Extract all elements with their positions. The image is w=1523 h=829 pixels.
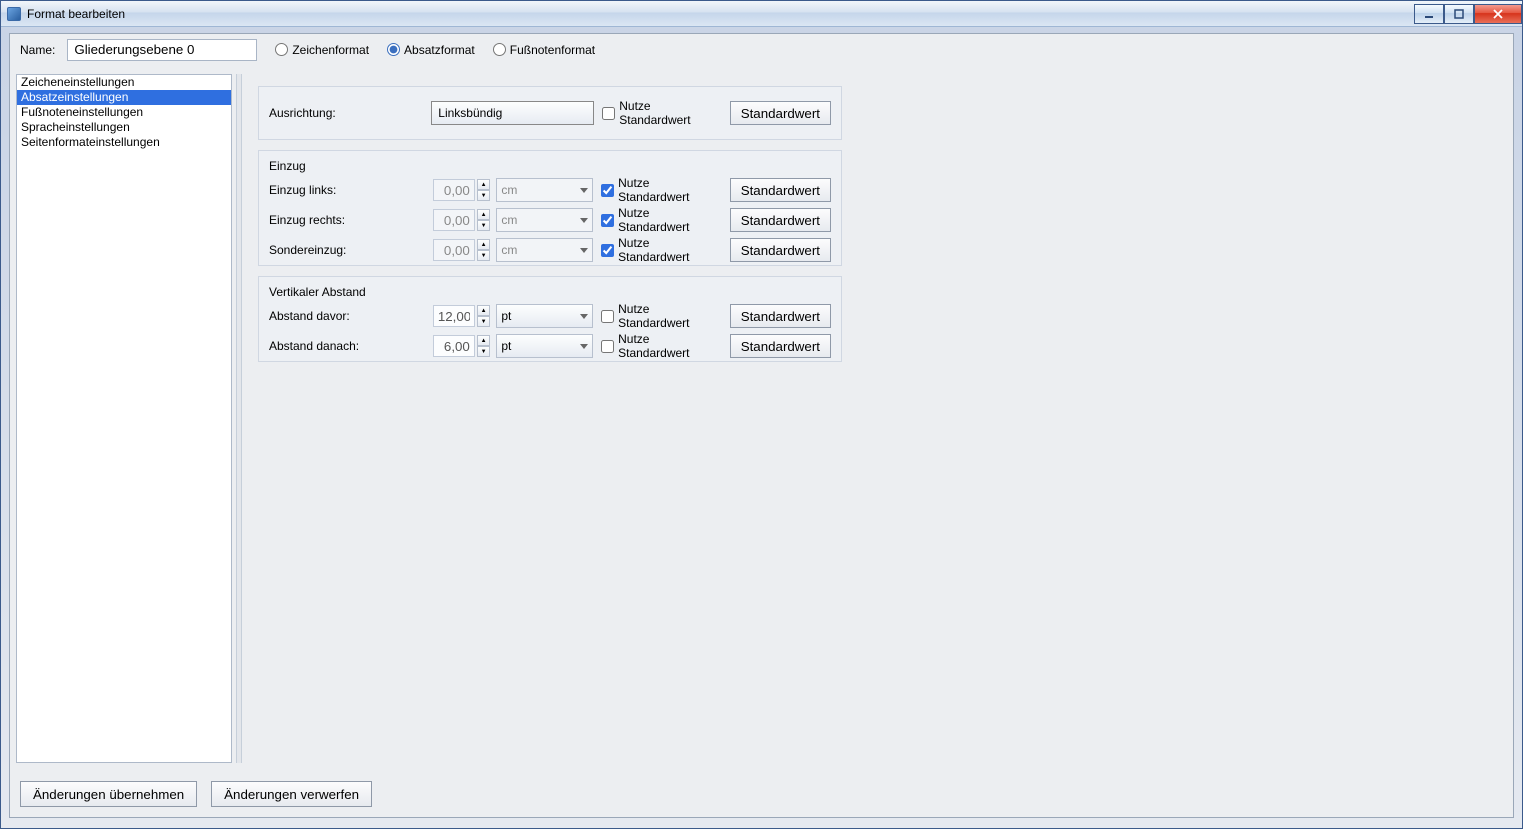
window: Format bearbeiten Name: Zeichenformat Ab… xyxy=(0,0,1523,829)
middle-area: ZeicheneinstellungenAbsatzeinstellungenF… xyxy=(10,70,1513,767)
apply-button[interactable]: Änderungen übernehmen xyxy=(20,781,197,807)
setting-label: Abstand davor: xyxy=(269,309,433,323)
use-std-checkbox[interactable]: Nutze Standardwert xyxy=(601,206,720,234)
use-std-checkbox[interactable]: Nutze Standardwert xyxy=(601,236,720,264)
maximize-button[interactable] xyxy=(1444,4,1474,24)
setting-row: Sondereinzug: ▲▼ cm Nutze Standardwert Stan… xyxy=(259,235,841,265)
step-down-icon[interactable]: ▼ xyxy=(477,346,491,357)
use-std-label: Nutze Standardwert xyxy=(618,332,720,360)
alignment-select[interactable]: Linksbündig xyxy=(431,101,594,125)
unit-select[interactable]: pt xyxy=(496,304,593,328)
window-title: Format bearbeiten xyxy=(27,7,125,21)
unit-value: pt xyxy=(501,339,511,353)
radio-fussnotenformat[interactable]: Fußnotenformat xyxy=(493,43,595,57)
stepper[interactable]: ▲▼ xyxy=(477,305,491,327)
stepper: ▲▼ xyxy=(477,179,491,201)
unit-select: cm xyxy=(496,178,593,202)
chevron-down-icon xyxy=(580,218,588,223)
value-input xyxy=(433,239,475,261)
unit-select: cm xyxy=(496,208,593,232)
setting-row: Einzug rechts: ▲▼ cm Nutze Standardwert Sta… xyxy=(259,205,841,235)
step-up-icon: ▲ xyxy=(477,179,491,190)
setting-row: Einzug links: ▲▼ cm Nutze Standardwert Stan… xyxy=(259,175,841,205)
alignment-value: Linksbündig xyxy=(438,106,502,120)
std-button[interactable]: Standardwert xyxy=(730,304,831,328)
std-button[interactable]: Standardwert xyxy=(730,238,831,262)
setting-row: Abstand davor: ▲▼ pt Nutze Standardwert Sta… xyxy=(259,301,841,331)
alignment-use-std-label: Nutze Standardwert xyxy=(619,99,719,127)
alignment-label: Ausrichtung: xyxy=(269,106,431,120)
discard-button[interactable]: Änderungen verwerfen xyxy=(211,781,372,807)
unit-select: cm xyxy=(496,238,593,262)
step-down-icon: ▼ xyxy=(477,190,491,201)
step-down-icon: ▼ xyxy=(477,250,491,261)
radio-zeichenformat[interactable]: Zeichenformat xyxy=(275,43,369,57)
setting-label: Einzug links: xyxy=(269,183,433,197)
bottom-bar: Änderungen übernehmen Änderungen verwerf… xyxy=(10,771,1513,817)
close-button[interactable] xyxy=(1474,4,1522,24)
alignment-use-std[interactable]: Nutze Standardwert xyxy=(602,99,719,127)
step-up-icon[interactable]: ▲ xyxy=(477,335,491,346)
use-std-checkbox[interactable]: Nutze Standardwert xyxy=(601,176,720,204)
setting-label: Abstand danach: xyxy=(269,339,433,353)
radio-absatzformat-label: Absatzformat xyxy=(404,43,475,57)
minimize-button[interactable] xyxy=(1414,4,1444,24)
use-std-checkbox[interactable]: Nutze Standardwert xyxy=(601,332,720,360)
name-input[interactable] xyxy=(67,39,257,61)
use-std-label: Nutze Standardwert xyxy=(618,236,720,264)
unit-value: pt xyxy=(501,309,511,323)
sidebar-item[interactable]: Zeicheneinstellungen xyxy=(17,75,231,90)
step-up-icon: ▲ xyxy=(477,209,491,220)
settings-panel: Ausrichtung: Linksbündig Nutze Standardw… xyxy=(242,70,1513,767)
vspace-heading: Vertikaler Abstand xyxy=(259,277,841,301)
value-input[interactable] xyxy=(433,335,475,357)
stepper: ▲▼ xyxy=(477,239,491,261)
app-icon xyxy=(7,7,21,21)
unit-value: cm xyxy=(501,243,517,257)
chevron-down-icon xyxy=(580,188,588,193)
value-input xyxy=(433,179,475,201)
std-button[interactable]: Standardwert xyxy=(730,334,831,358)
sidebar-item[interactable]: Fußnoteneinstellungen xyxy=(17,105,231,120)
chevron-down-icon xyxy=(580,344,588,349)
unit-value: cm xyxy=(501,183,517,197)
unit-select[interactable]: pt xyxy=(496,334,593,358)
stepper[interactable]: ▲▼ xyxy=(477,335,491,357)
top-row: Name: Zeichenformat Absatzformat Fußnote… xyxy=(10,34,1513,66)
value-input[interactable] xyxy=(433,305,475,327)
chevron-down-icon xyxy=(580,314,588,319)
use-std-label: Nutze Standardwert xyxy=(618,176,720,204)
use-std-label: Nutze Standardwert xyxy=(618,302,720,330)
vspace-group: Vertikaler Abstand Abstand davor:▲▼pt Nu… xyxy=(258,276,842,362)
std-button[interactable]: Standardwert xyxy=(730,178,831,202)
setting-label: Einzug rechts: xyxy=(269,213,433,227)
sidebar-item[interactable]: Absatzeinstellungen xyxy=(17,90,231,105)
sidebar[interactable]: ZeicheneinstellungenAbsatzeinstellungenF… xyxy=(16,74,232,763)
client-area: Name: Zeichenformat Absatzformat Fußnote… xyxy=(9,33,1514,818)
radio-zeichenformat-label: Zeichenformat xyxy=(292,43,369,57)
titlebar: Format bearbeiten xyxy=(1,1,1522,27)
setting-row: Abstand danach: ▲▼ pt Nutze Standardwert St… xyxy=(259,331,841,361)
radio-absatzformat[interactable]: Absatzformat xyxy=(387,43,475,57)
step-down-icon: ▼ xyxy=(477,220,491,231)
std-button[interactable]: Standardwert xyxy=(730,208,831,232)
value-input xyxy=(433,209,475,231)
step-up-icon[interactable]: ▲ xyxy=(477,305,491,316)
alignment-group: Ausrichtung: Linksbündig Nutze Standardw… xyxy=(258,86,842,140)
setting-label: Sondereinzug: xyxy=(269,243,433,257)
use-std-label: Nutze Standardwert xyxy=(618,206,720,234)
radio-fussnotenformat-label: Fußnotenformat xyxy=(510,43,595,57)
sidebar-item[interactable]: Seitenformateinstellungen xyxy=(17,135,231,150)
name-label: Name: xyxy=(20,43,55,57)
indent-heading: Einzug xyxy=(259,151,841,175)
stepper: ▲▼ xyxy=(477,209,491,231)
sidebar-item[interactable]: Spracheinstellungen xyxy=(17,120,231,135)
indent-group: Einzug Einzug links:▲▼cm Nutze Standardw… xyxy=(258,150,842,266)
step-down-icon[interactable]: ▼ xyxy=(477,316,491,327)
chevron-down-icon xyxy=(580,248,588,253)
use-std-checkbox[interactable]: Nutze Standardwert xyxy=(601,302,720,330)
alignment-std-button[interactable]: Standardwert xyxy=(730,101,831,125)
step-up-icon: ▲ xyxy=(477,239,491,250)
unit-value: cm xyxy=(501,213,517,227)
